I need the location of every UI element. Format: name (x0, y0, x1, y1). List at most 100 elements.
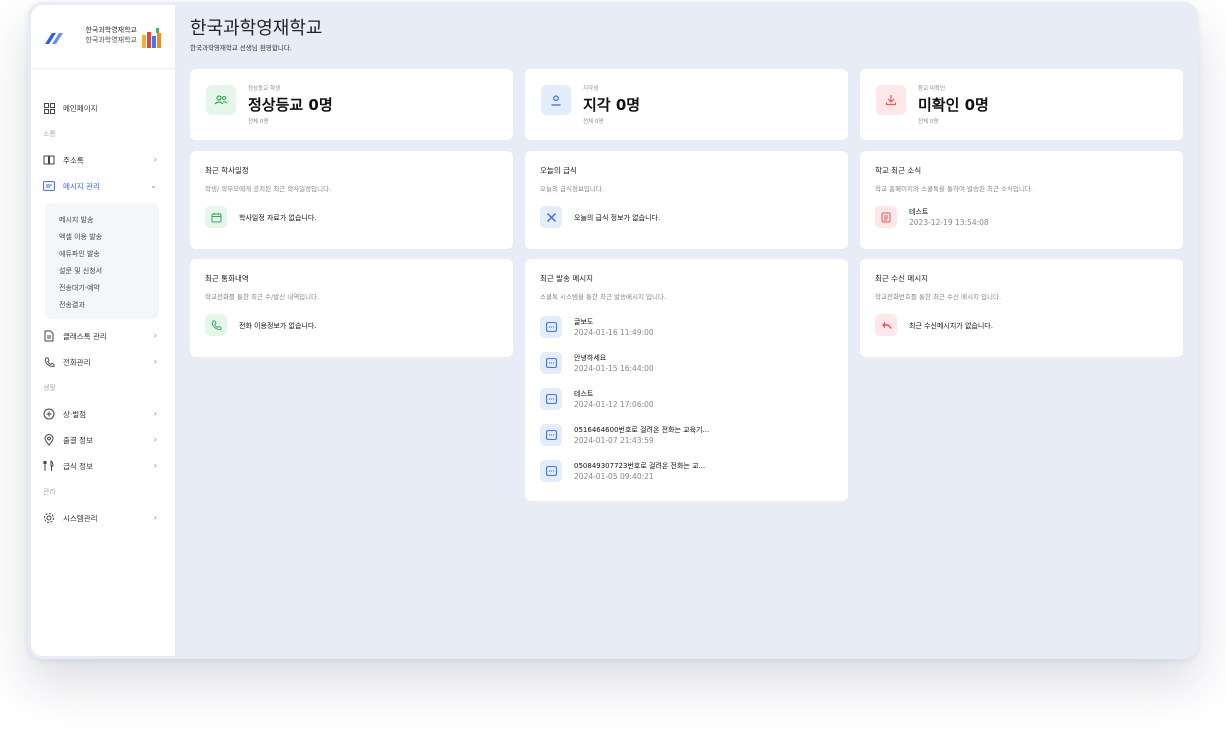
card-description: 학교전화번호를 통한 최근 수신 메시지 입니다. (875, 293, 1002, 301)
sidebar-item-classtalk[interactable]: 클래스톡 관리 › (31, 323, 175, 349)
stat-value: 지각 0명 (583, 96, 641, 114)
app-window: 한국과학영재학교 한국과학영재학교 메인페이지 소통 주소록 › 메시지 관리 … (28, 2, 1198, 659)
users-icon (206, 85, 236, 115)
submenu-item-survey[interactable]: 설문 및 신청서 (45, 262, 159, 279)
chevron-right-icon: › (153, 435, 157, 444)
message-icon (540, 316, 562, 338)
news-card[interactable]: 학교 최근 소식 학교 홈페이지와 스쿨톡을 통하여 발송된 최근 소식입니다.… (860, 151, 1183, 249)
message-icon (540, 388, 562, 410)
submenu-item-edufine-send[interactable]: 에듀파인 발송 (45, 245, 159, 262)
chevron-right-icon: › (153, 155, 157, 164)
message-icon (43, 180, 55, 192)
received-messages-card[interactable]: 최근 수신 메시지 학교전화번호를 통한 최근 수신 메시지 입니다. 최근 수… (860, 259, 1183, 357)
utensils-icon (43, 460, 55, 472)
stat-label: 정상등교 학생 (248, 86, 281, 92)
school-subname: 한국과학영재학교 (85, 36, 137, 44)
list-item[interactable]: 0516464600번호로 걸려온 전화는 교육기... 2024-01-07 … (540, 424, 830, 446)
sidebar-item-phone[interactable]: 전화관리 › (31, 349, 175, 375)
empty-message: 학사일정 자료가 없습니다. (239, 214, 317, 222)
phone-icon (43, 356, 55, 368)
grid-icon (43, 102, 55, 114)
main-content: 한국과학영재학교 한국과학영재학교 선생님 환영합니다. 정상등교 학생 정상등… (175, 2, 1198, 659)
sidebar-item-system[interactable]: 시스템관리 › (31, 505, 175, 531)
phone-icon (205, 314, 227, 336)
list-item[interactable]: 글보도 2024-01-16 11:49:00 (540, 316, 830, 338)
submenu-item-excel-send[interactable]: 엑셀 이용 발송 (45, 228, 159, 245)
list-item[interactable]: 테스트 2024-01-12 17:06:00 (540, 388, 830, 410)
item-date: 2024-01-16 11:49:00 (574, 328, 654, 337)
sidebar-item-attendance[interactable]: 출결 정보 › (31, 427, 175, 453)
sidebar: 한국과학영재학교 한국과학영재학교 메인페이지 소통 주소록 › 메시지 관리 … (31, 5, 175, 656)
pencils-icon (142, 28, 161, 48)
item-title: 테스트 (909, 208, 929, 216)
chevron-right-icon: › (153, 331, 157, 340)
sidebar-item-address-book[interactable]: 주소록 › (31, 147, 175, 173)
list-item[interactable]: 안녕하세요 2024-01-15 16:44:00 (540, 352, 830, 374)
card-title: 최근 통화내역 (205, 274, 249, 283)
card-title: 최근 발송 메시지 (540, 274, 594, 283)
stat-total: 전체 0명 (583, 119, 604, 125)
welcome-message: 한국과학영재학교 선생님 환영합니다. (190, 44, 292, 52)
location-pin-icon (43, 434, 55, 446)
page-title: 한국과학영재학교 (190, 18, 323, 39)
stat-value: 정상등교 0명 (248, 96, 333, 114)
card-title: 최근 수신 메시지 (875, 274, 929, 283)
empty-state: 오늘의 급식 정보가 없습니다. (540, 206, 830, 228)
chevron-right-icon: › (153, 409, 157, 418)
empty-message: 전화 이용정보가 없습니다. (239, 322, 317, 330)
sent-messages-card[interactable]: 최근 발송 메시지 스쿨톡 시스템을 통한 최근 발송메시지 입니다. 글보도 … (525, 259, 848, 501)
empty-state: 최근 수신메시지가 없습니다. (875, 314, 1165, 336)
list-item[interactable]: 테스트 2023-12-19 13:54:08 (875, 206, 1165, 228)
gear-icon (43, 512, 55, 524)
submenu-item-results[interactable]: 전송결과 (45, 296, 159, 313)
stat-card-unconfirmed[interactable]: 등교 미확인 미확인 0명 전체 0명 (860, 69, 1183, 140)
sidebar-item-meal[interactable]: 급식 정보 › (31, 453, 175, 479)
stat-card-late[interactable]: 지각생 지각 0명 전체 0명 (525, 69, 848, 140)
message-submenu: 메시지 발송 엑셀 이용 발송 에듀파인 발송 설문 및 신청서 전송대기·예약… (45, 203, 159, 319)
document-icon (43, 330, 55, 342)
sidebar-nav: 메인페이지 소통 주소록 › 메시지 관리 ⌄ 메시지 발송 엑셀 이용 발송 (31, 95, 175, 531)
message-icon (540, 424, 562, 446)
empty-state: 학사일정 자료가 없습니다. (205, 206, 495, 228)
section-label-admin: 관리 (43, 488, 56, 496)
card-description: 스쿨톡 시스템을 통한 최근 발송메시지 입니다. (540, 293, 667, 301)
item-date: 2024-01-15 16:44:00 (574, 364, 654, 373)
schedule-card[interactable]: 최근 학사일정 학생/ 학부모에게 공지된 최근 학사일정입니다. 학사일정 자… (190, 151, 513, 249)
chevron-down-icon: ⌄ (150, 181, 157, 190)
item-date: 2024-01-05 09:40:21 (574, 472, 654, 481)
empty-state: 전화 이용정보가 없습니다. (205, 314, 495, 336)
item-title: 0516464600번호로 걸려온 전화는 교육기... (574, 426, 710, 434)
calls-card[interactable]: 최근 통화내역 학교전화를 통한 최근 수/발신 내역입니다. 전화 이용정보가… (190, 259, 513, 357)
meal-card[interactable]: 오늘의 급식 오늘의 급식정보입니다. 오늘의 급식 정보가 없습니다. (525, 151, 848, 249)
card-description: 학교 홈페이지와 스쿨톡을 통하여 발송된 최근 소식입니다. (875, 185, 1033, 193)
reply-icon (875, 314, 897, 336)
plus-minus-icon (43, 408, 55, 420)
sidebar-item-home[interactable]: 메인페이지 (31, 95, 175, 121)
card-description: 학생/ 학부모에게 공지된 최근 학사일정입니다. (205, 185, 332, 193)
card-description: 오늘의 급식정보입니다. (540, 185, 604, 193)
submenu-item-scheduled[interactable]: 전송대기·예약 (45, 279, 159, 296)
list-item[interactable]: 050849307723번호로 걸려온 전화는 교... 2024-01-05 … (540, 460, 830, 482)
sidebar-item-message-mgmt[interactable]: 메시지 관리 ⌄ (31, 173, 175, 199)
chevron-right-icon: › (153, 357, 157, 366)
section-label-communication: 소통 (43, 130, 56, 138)
submenu-item-send[interactable]: 메시지 발송 (45, 211, 159, 228)
message-icon (540, 460, 562, 482)
empty-message: 최근 수신메시지가 없습니다. (909, 322, 993, 330)
message-icon (540, 352, 562, 374)
chevron-right-icon: › (153, 513, 157, 522)
stat-label: 지각생 (583, 86, 599, 92)
book-icon (43, 154, 55, 166)
section-label-life: 생활 (43, 384, 56, 392)
person-icon (541, 85, 571, 115)
stat-card-normal[interactable]: 정상등교 학생 정상등교 0명 전체 0명 (190, 69, 513, 140)
item-date: 2023-12-19 13:54:08 (909, 218, 989, 227)
logo-icon (45, 33, 63, 44)
stat-label: 등교 미확인 (918, 86, 946, 92)
card-title: 최근 학사일정 (205, 166, 249, 175)
brand[interactable]: 한국과학영재학교 한국과학영재학교 (31, 5, 175, 69)
empty-message: 오늘의 급식 정보가 없습니다. (574, 214, 661, 222)
sidebar-item-points[interactable]: 상·벌점 › (31, 401, 175, 427)
calendar-icon (205, 206, 227, 228)
document-icon (875, 206, 897, 228)
